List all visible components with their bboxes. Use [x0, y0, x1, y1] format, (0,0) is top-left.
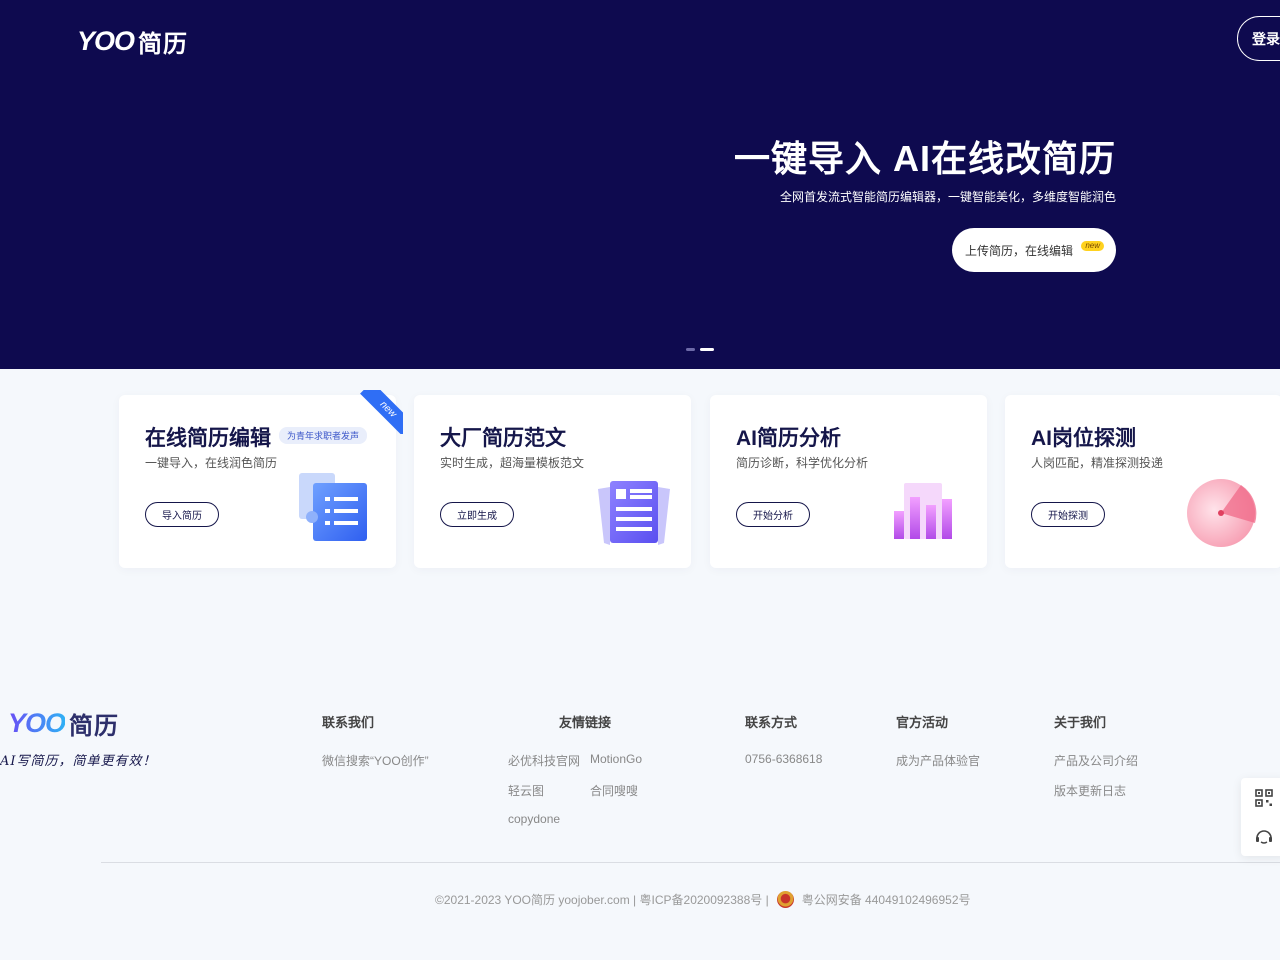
- footer-col-title-about: 关于我们: [1054, 715, 1107, 730]
- customer-service-icon[interactable]: [1241, 817, 1280, 856]
- footer-col-title-friend-links: 友情链接: [559, 715, 612, 730]
- footer-link-changelog[interactable]: 版本更新日志: [1054, 782, 1126, 799]
- upload-resume-label: 上传简历，在线编辑: [965, 243, 1074, 258]
- police-badge-icon: [776, 891, 794, 908]
- new-ribbon: new: [359, 390, 403, 434]
- document-list-icon: [299, 473, 367, 541]
- upload-resume-button[interactable]: 上传简历，在线编辑 new: [952, 228, 1116, 272]
- footer-col-title-contact-us: 联系我们: [322, 715, 375, 730]
- footer-link-wechat: 微信搜索“YOO创作”: [322, 754, 429, 768]
- footer-link-qingyuntu[interactable]: 轻云图: [508, 782, 544, 799]
- copyright-text[interactable]: ©2021-2023 YOO简历 yoojober.com | 粤ICP备202…: [435, 891, 769, 908]
- footer-col-title-activities: 官方活动: [896, 715, 949, 730]
- carousel-dots: [686, 348, 714, 351]
- footer-link-company[interactable]: 产品及公司介绍: [1054, 752, 1138, 769]
- hero-title: 一键导入 AI在线改简历: [733, 138, 1116, 179]
- carousel-dot-1[interactable]: [686, 348, 695, 351]
- hero-subtitle: 全网首发流式智能简历编辑器，一键智能美化，多维度智能润色: [779, 190, 1116, 204]
- new-badge: new: [1081, 241, 1104, 251]
- bar-chart-icon: [894, 483, 952, 539]
- logo-cn: 简历: [138, 31, 189, 58]
- card-title: 在线简历编辑: [145, 427, 271, 450]
- footer-col-title-contact: 联系方式: [745, 715, 798, 730]
- card-title: AI岗位探测: [1031, 427, 1136, 450]
- card-title: AI简历分析: [736, 427, 841, 450]
- card-online-edit[interactable]: 在线简历编辑 为青年求职者发声 一键导入，在线润色简历 导入简历: [119, 395, 396, 568]
- hero-banner: YOO 简历 登录 一键导入 AI在线改简历 全网首发流式智能简历编辑器，一键智…: [0, 0, 1280, 369]
- card-job-match[interactable]: AI岗位探测 人岗匹配，精准探测投递 开始探测: [1005, 395, 1280, 568]
- qr-code-icon[interactable]: [1241, 778, 1280, 817]
- card-analysis[interactable]: AI简历分析 简历诊断，科学优化分析 开始分析: [710, 395, 987, 568]
- footer-logo-cn: 简历: [69, 713, 120, 740]
- card-templates[interactable]: 大厂简历范文 实时生成，超海量模板范文 立即生成: [414, 395, 691, 568]
- card-desc: 实时生成，超海量模板范文: [440, 456, 585, 470]
- card-desc: 简历诊断，科学优化分析: [736, 456, 869, 470]
- footer-link-copydone[interactable]: copydone: [508, 812, 560, 826]
- site-logo[interactable]: YOO 简历: [77, 24, 188, 59]
- footer-phone: 0756-6368618: [745, 752, 823, 766]
- generate-now-button[interactable]: 立即生成: [440, 502, 514, 527]
- carousel-dot-2[interactable]: [700, 348, 714, 351]
- footer-copyright: ©2021-2023 YOO简历 yoojober.com | 粤ICP备202…: [435, 891, 971, 908]
- footer-divider: [101, 862, 1280, 863]
- card-desc: 人岗匹配，精准探测投递: [1031, 456, 1164, 470]
- card-tag: 为青年求职者发声: [279, 427, 368, 444]
- import-resume-button[interactable]: 导入简历: [145, 502, 219, 527]
- card-desc: 一键导入，在线润色简历: [145, 456, 278, 470]
- card-title: 大厂简历范文: [440, 427, 566, 450]
- ribbon-label: new: [360, 390, 403, 434]
- footer-link-motiongo[interactable]: MotionGo: [590, 752, 642, 766]
- footer-link-biyou[interactable]: 必优科技官网: [508, 752, 580, 769]
- footer-link-experience-officer[interactable]: 成为产品体验官: [896, 752, 980, 769]
- side-float-bar: [1241, 778, 1280, 856]
- login-button[interactable]: 登录: [1237, 16, 1280, 61]
- resume-template-icon: [598, 481, 670, 545]
- start-detect-button[interactable]: 开始探测: [1031, 502, 1105, 527]
- police-record-text[interactable]: 粤公网安备 44049102496952号: [802, 891, 971, 908]
- logo-wordmark: YOO: [77, 26, 135, 56]
- radar-icon: [1187, 479, 1257, 547]
- footer-logo[interactable]: YOO 简历: [8, 706, 119, 741]
- start-analysis-button[interactable]: 开始分析: [736, 502, 810, 527]
- footer-logo-wordmark: YOO: [8, 708, 66, 738]
- footer-link-hetong[interactable]: 合同嗖嗖: [590, 782, 638, 799]
- footer-slogan: AI写简历，简单更有效！: [0, 754, 157, 769]
